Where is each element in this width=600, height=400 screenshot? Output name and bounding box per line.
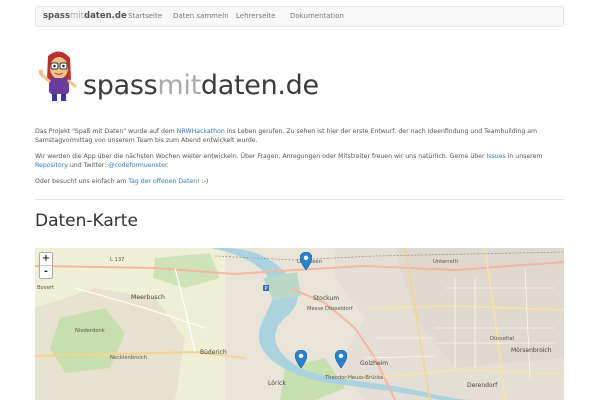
intro-p1-text-a: Das Projekt "Spaß mit Daten" wurde auf d… (35, 128, 177, 135)
site-logo-text: spassmitdaten.de (83, 70, 319, 101)
map-label: L 137 (110, 257, 125, 263)
zoom-control: + - (39, 252, 53, 279)
map-label: Unterrath (433, 259, 458, 265)
intro-p3-text-b: :-) (199, 178, 209, 185)
open-data-day-link[interactable]: Tag der offenen Daten! (128, 178, 199, 185)
intro-p3-text-a: Oder besucht uns einfach am (35, 178, 129, 185)
intro-p2-text-d: . (166, 161, 169, 169)
map-label: Bovert (37, 285, 55, 291)
mascot-logo-icon (38, 51, 77, 101)
map-marker-icon[interactable] (295, 350, 307, 368)
nav-link-lehrerseite[interactable]: Lehrerseite (236, 12, 275, 20)
logo-part-2: mit (157, 70, 201, 101)
navbar: spassmitdaten.de Startseite Daten sammel… (35, 6, 564, 27)
nav-link-dokumentation[interactable]: Dokumentation (290, 12, 344, 20)
logo-part-1: spass (83, 70, 158, 101)
section-divider (35, 199, 564, 200)
map-label: Stockum (313, 295, 340, 302)
intro-p2-text-c: und Twitter: (67, 161, 109, 169)
zoom-out-button[interactable]: - (40, 265, 52, 278)
nrwhackathon-link[interactable]: NRWHackathon (177, 128, 225, 135)
brand-part-3: daten.de (83, 11, 127, 21)
map-label: Mörsenbroich (511, 347, 552, 354)
intro-p2-text-b: in unserem (505, 153, 543, 160)
twitter-link[interactable]: @codeformuenster (108, 162, 167, 169)
map-label: Meerbusch (131, 294, 165, 301)
section-title: Daten-Karte (35, 211, 138, 231)
intro-paragraph-3: Oder besucht uns einfach am Tag der offe… (35, 178, 567, 187)
brand-part-1: spass (43, 11, 70, 21)
brand-link[interactable]: spassmitdaten.de (43, 11, 127, 21)
logo-part-3: daten.de (200, 70, 319, 101)
map-label: Lörick (268, 380, 286, 387)
brand-part-2: mit (70, 11, 84, 21)
intro-paragraph-2: Wir werden die App über die nächsten Woc… (35, 153, 567, 170)
zoom-in-button[interactable]: + (40, 253, 52, 265)
repository-link[interactable]: Repository (35, 162, 68, 169)
map-label: Theodor-Heuss-Brücke (325, 375, 384, 381)
data-map[interactable]: P L 137 Bovert Meerbusch Niederdonk Büde… (35, 248, 564, 400)
map-marker-icon[interactable] (300, 252, 312, 270)
map-label: Necklenbroich (110, 355, 147, 361)
map-label: Derendorf (467, 382, 498, 389)
map-label: Niederdonk (75, 328, 105, 334)
map-label: Büderich (200, 349, 227, 356)
intro-p2-text-a: Wir werden die App über die nächsten Woc… (35, 153, 487, 160)
map-marker-icon[interactable] (335, 350, 347, 368)
map-label: Düsseltal (490, 336, 514, 342)
issues-link[interactable]: Issues (487, 153, 506, 160)
map-label: Golzheim (360, 360, 389, 367)
map-tiles: P (35, 248, 564, 400)
intro-paragraph-1: Das Projekt "Spaß mit Daten" wurde auf d… (35, 128, 567, 145)
nav-link-daten-sammeln[interactable]: Daten sammeln (173, 12, 229, 20)
nav-link-startseite[interactable]: Startseite (128, 12, 162, 20)
svg-text:P: P (264, 286, 267, 292)
map-label: Messe Düsseldorf (307, 306, 353, 312)
